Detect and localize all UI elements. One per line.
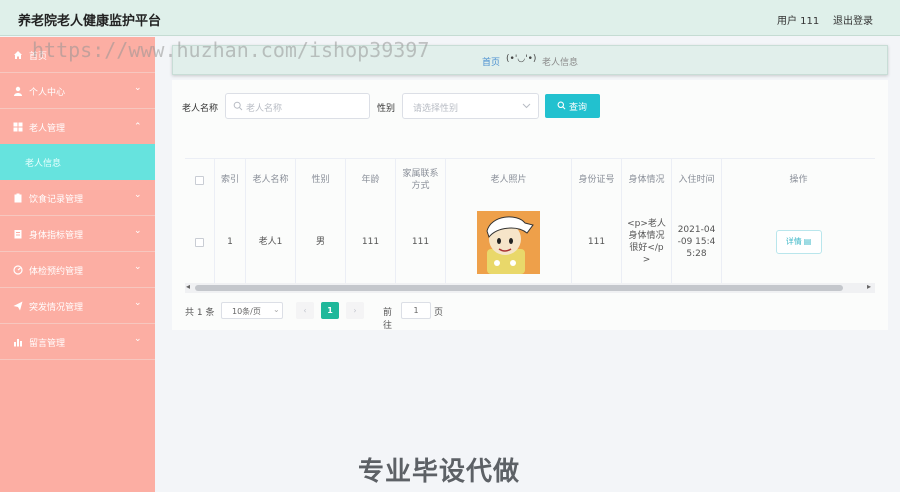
column-header[interactable]: 操作 (722, 159, 875, 201)
sidebar-item-body-index[interactable]: 身体指标管理 ⌄ (0, 216, 155, 252)
sidebar-item-profile[interactable]: 个人中心 ⌄ (0, 73, 155, 109)
gender-select[interactable]: 请选择性别 (402, 93, 539, 119)
cell-photo (446, 201, 572, 283)
cell-id-number: 111 (572, 201, 622, 283)
top-bar: 养老院老人健康监护平台 用户 111 退出登录 (0, 0, 900, 36)
name-search-input[interactable]: 老人名称 (225, 93, 370, 119)
search-icon (233, 101, 243, 114)
elder-photo (477, 210, 540, 274)
breadcrumb-current: 老人信息 (542, 58, 579, 68)
page-number-current[interactable]: 1 (321, 302, 339, 319)
dashboard-icon (13, 265, 23, 275)
chevron-down-icon (522, 102, 531, 113)
main-panel: 老人名称 老人名称 性别 请选择性别 查询 索引 老人名称 性别 年龄 家属联系… (172, 80, 888, 331)
gender-placeholder: 请选择性别 (413, 104, 459, 114)
goto-unit-label: 页 (434, 308, 444, 318)
document-icon: ▤ (803, 237, 812, 246)
prev-page-button[interactable]: ‹ (296, 302, 314, 319)
chevron-down-icon: ⌄ (134, 190, 142, 200)
page-size-value: 10条/页 (232, 307, 261, 316)
clipboard-icon (13, 193, 23, 203)
sidebar-item-label: 突发情况管理 (29, 303, 84, 313)
chevron-down-icon: ⌄ (134, 298, 142, 308)
sidebar-item-checkup[interactable]: 体检预约管理 ⌄ (0, 252, 155, 288)
cell-health: <p>老人身体情况很好</p> (622, 201, 672, 283)
cell-gender: 男 (296, 201, 346, 283)
watermark-text: https://www.huzhan.com/ishop39397 (32, 38, 430, 62)
sidebar-item-label: 个人中心 (29, 88, 66, 98)
table-horizontal-scrollbar[interactable]: ◂ ▸ (185, 282, 875, 293)
sidebar-item-diet[interactable]: 饮食记录管理 ⌄ (0, 180, 155, 216)
breadcrumb-emoji: (•'◡'•) (506, 54, 537, 64)
cell-name: 老人1 (246, 201, 296, 283)
logout-link[interactable]: 退出登录 (833, 12, 873, 27)
column-header[interactable]: 老人照片 (446, 159, 572, 201)
name-label: 老人名称 (182, 104, 219, 114)
pagination-total: 共 1 条 (185, 308, 215, 318)
sidebar-item-elder-mgmt[interactable]: 老人管理 ⌃ (0, 109, 155, 145)
column-header[interactable]: 索引 (215, 159, 246, 201)
table-row: 1 老人1 男 111 111 111 <p>老人身体情况很好</p> 2021… (185, 201, 875, 284)
column-header[interactable]: 身份证号 (572, 159, 622, 201)
column-header[interactable]: 年龄 (346, 159, 396, 201)
cell-actions: 详情 ▤ (722, 201, 875, 283)
goto-label: 前往 (383, 308, 393, 331)
app-title: 养老院老人健康监护平台 (18, 14, 162, 29)
name-placeholder: 老人名称 (246, 104, 283, 114)
column-header[interactable]: 身体情况 (622, 159, 672, 201)
sidebar-item-label: 身体指标管理 (29, 231, 84, 241)
column-header[interactable]: 入住时间 (672, 159, 722, 201)
sidebar-subitem-label: 老人信息 (25, 159, 62, 169)
sidebar-item-label: 饮食记录管理 (29, 195, 84, 205)
row-select-cell (185, 201, 215, 283)
column-header[interactable]: 性别 (296, 159, 346, 201)
table-header: 索引 老人名称 性别 年龄 家属联系方式 老人照片 身份证号 身体情况 入住时间… (185, 158, 875, 202)
gender-label: 性别 (377, 104, 396, 114)
page-size-select[interactable]: 10条/页 ⌄ (221, 302, 283, 319)
scroll-left-icon[interactable]: ◂ (186, 282, 190, 291)
sidebar: 首页 个人中心 ⌄ 老人管理 ⌃ 老人信息 饮食记录管理 ⌄ 身体指标管理 ⌄ (0, 37, 155, 492)
search-icon (557, 101, 566, 113)
next-page-button[interactable]: › (346, 302, 364, 319)
chevron-down-icon: ⌄ (134, 226, 142, 236)
document-icon (13, 229, 23, 239)
detail-button-label: 详情 (785, 237, 802, 246)
chevron-up-icon: ⌃ (134, 122, 142, 132)
promo-banner-text: 专业毕设代做 (358, 457, 521, 487)
cell-contact: 111 (396, 201, 446, 283)
column-header[interactable]: 家属联系方式 (396, 159, 446, 201)
column-header[interactable]: 老人名称 (246, 159, 296, 201)
bar-chart-icon (13, 337, 23, 347)
row-checkbox[interactable] (195, 237, 204, 247)
chevron-down-icon: ⌄ (134, 262, 142, 272)
current-user: 用户 111 (777, 16, 820, 27)
send-icon (13, 301, 23, 311)
select-all-checkbox[interactable] (195, 175, 204, 185)
query-button[interactable]: 查询 (545, 94, 600, 118)
sidebar-item-emergency[interactable]: 突发情况管理 ⌄ (0, 288, 155, 324)
chevron-down-icon: ⌄ (273, 305, 280, 314)
sidebar-subitem-elder-info[interactable]: 老人信息 (0, 144, 155, 180)
cell-age: 111 (346, 201, 396, 283)
grid-icon (13, 122, 23, 132)
chevron-down-icon: ⌄ (134, 334, 142, 344)
user-icon (13, 86, 23, 96)
cell-checkin-time: 2021-04-09 15:45:28 (672, 201, 722, 283)
scroll-right-icon[interactable]: ▸ (867, 282, 871, 291)
home-icon (13, 50, 23, 60)
scrollbar-thumb[interactable] (195, 285, 843, 291)
sidebar-item-label: 留言管理 (29, 339, 66, 349)
detail-button[interactable]: 详情 ▤ (775, 230, 822, 254)
sidebar-item-label: 体检预约管理 (29, 267, 84, 277)
select-all-cell (185, 159, 215, 201)
goto-page-input[interactable]: 1 (401, 302, 431, 319)
query-button-label: 查询 (569, 103, 588, 113)
chevron-down-icon: ⌄ (134, 83, 142, 93)
sidebar-item-label: 老人管理 (29, 124, 66, 134)
sidebar-item-messages[interactable]: 留言管理 ⌄ (0, 324, 155, 360)
breadcrumb-home[interactable]: 首页 (482, 55, 500, 68)
cell-index: 1 (215, 201, 246, 283)
